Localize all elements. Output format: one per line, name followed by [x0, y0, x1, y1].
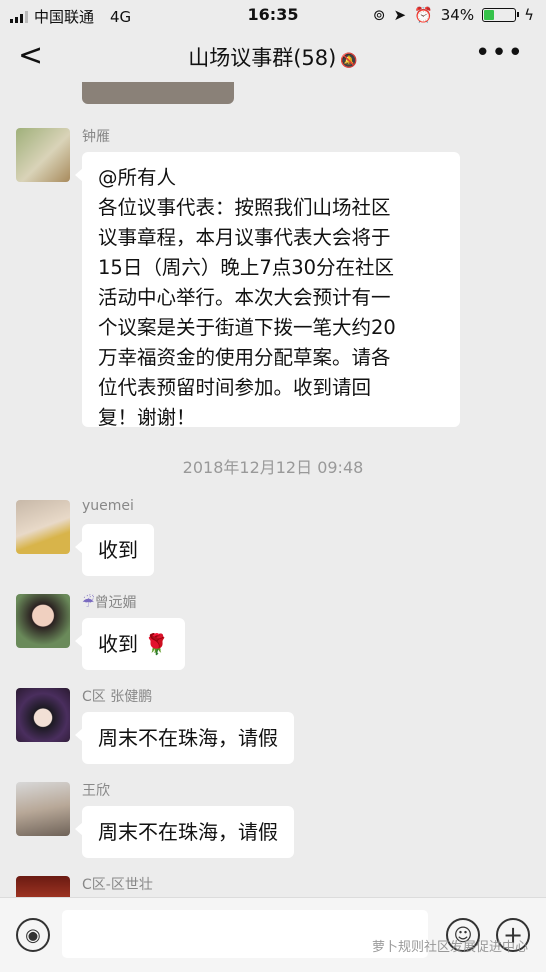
avatar[interactable]: [16, 500, 70, 554]
sender-name: ☔曾远媚: [82, 595, 137, 611]
message-bubble[interactable]: 收到 🌹: [74, 618, 186, 670]
message-line: 复！谢谢！: [98, 406, 196, 429]
status-bar: 中国联通 4G 16:35 ⊚ ➤ ⏰ 34% ϟ: [0, 0, 546, 30]
message-list[interactable]: 钟雁 @所有人 各位议事代表：按照我们山场社区 议事章程，本月议事代表大会将于 …: [0, 82, 546, 897]
message-bubble[interactable]: 周末不在珠海，请假: [75, 712, 294, 764]
location-icon: ➤: [393, 6, 407, 24]
message-line: 各位议事代表：按照我们山场社区: [98, 196, 391, 219]
rose-icon: 🌹: [144, 632, 170, 656]
charging-icon: ϟ: [524, 6, 534, 24]
message-bubble[interactable]: 周末不在珠海，请假: [75, 806, 294, 858]
mute-bell-icon: 🔕: [340, 53, 358, 69]
message-bubble[interactable]: 收到: [75, 524, 154, 576]
message-text: 收到: [98, 538, 138, 562]
sender-name: 钟雁: [82, 129, 110, 145]
avatar[interactable]: [16, 594, 70, 648]
message-line: 活动中心举行。本次大会预计有一: [98, 286, 391, 309]
chat-header: < 山场议事群(58) 🔕 •••: [0, 30, 546, 82]
lock-rotation-icon: ⊚: [372, 6, 386, 24]
chat-title: 山场议事群(58): [188, 46, 337, 70]
message-text: 周末不在珠海，请假: [98, 820, 278, 844]
message-text: 收到: [98, 632, 138, 656]
message-line: @所有人: [98, 166, 177, 189]
alarm-icon: ⏰: [414, 6, 433, 24]
message-text: 周末不在珠海，请假: [98, 726, 278, 750]
sender-name: 王欣: [82, 783, 110, 799]
more-icon[interactable]: •••: [475, 38, 524, 68]
input-bar: ◉ ☺ + 萝卜规则社区发展促进中心: [0, 897, 546, 972]
avatar[interactable]: [16, 876, 70, 897]
avatar[interactable]: [16, 128, 70, 182]
umbrella-icon: ☔: [82, 595, 95, 611]
message-line: 位代表预留时间参加。收到请回: [98, 376, 372, 399]
image-message-fragment[interactable]: [82, 82, 234, 104]
message-line: 15日（周六）晚上7点30分在社区: [98, 256, 395, 279]
message-line: 万幸福资金的使用分配草案。请各: [98, 346, 391, 369]
message-line: 个议案是关于街道下拨一笔大约20: [98, 316, 396, 339]
sender-name: C区 张健鹏: [82, 689, 153, 705]
message-bubble[interactable]: @所有人 各位议事代表：按照我们山场社区 议事章程，本月议事代表大会将于 15日…: [75, 152, 460, 429]
battery-percent: 34%: [440, 6, 475, 24]
timestamp: 2018年12月12日 09:48: [182, 458, 364, 477]
watermark-text: 萝卜规则社区发展促进中心: [371, 940, 528, 955]
battery-icon: [482, 8, 520, 22]
sender-name: yuemei: [82, 498, 134, 514]
sender-name: C区-区世壮: [82, 877, 153, 893]
avatar[interactable]: [16, 688, 70, 742]
message-line: 议事章程，本月议事代表大会将于: [98, 226, 391, 249]
voice-icon[interactable]: ◉: [16, 918, 50, 952]
avatar[interactable]: [16, 782, 70, 836]
